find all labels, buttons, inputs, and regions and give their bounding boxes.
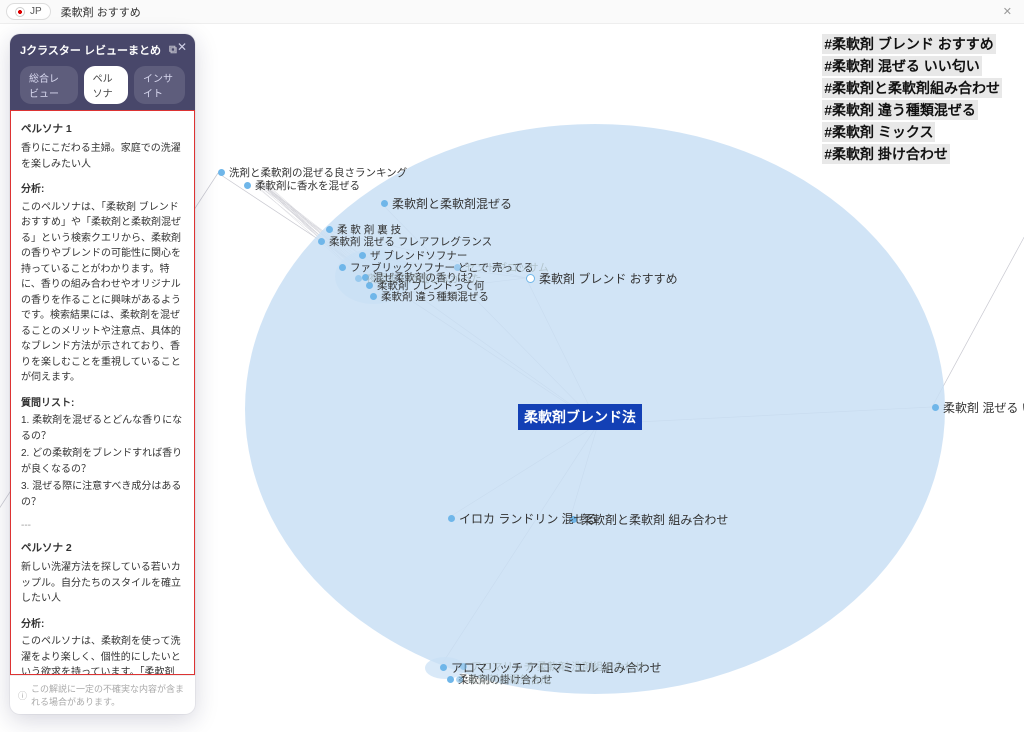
question-list: 1. 柔軟剤を混ぜるとどんな香りになるの？2. どの柔軟剤をブレンドすれば香りが… <box>21 413 184 510</box>
question-item: 3. 混ぜる際に注意すべき成分はあるの？ <box>21 479 184 510</box>
graph-node[interactable]: 柔軟剤と柔軟剤混ぜる <box>381 195 512 212</box>
hashtag-item: #柔軟剤と柔軟剤組み合わせ <box>822 78 1002 98</box>
graph-node[interactable]: イロカ ランドリン 混ぜる <box>448 510 598 527</box>
node-dot-icon <box>460 663 467 670</box>
language-code: JP <box>30 6 42 17</box>
analysis-label: 分析: <box>21 182 184 198</box>
node-dot-icon <box>244 182 251 189</box>
persona-desc: 新しい洗濯方法を探している若いカップル。自分たちのスタイルを確立したい人 <box>21 560 184 607</box>
hashtag-item: #柔軟剤 掛け合わせ <box>822 144 950 164</box>
separator: --- <box>21 518 184 534</box>
graph-node[interactable]: 柔軟剤何電気合成 <box>456 672 551 687</box>
footer-note: この解説に一定の不確実な内容が含まれる場合があります。 <box>31 682 187 708</box>
close-panel-icon[interactable]: ✕ <box>177 40 187 54</box>
graph-node[interactable]: 柔軟剤 混ぜる いい匂い <box>932 399 1024 416</box>
node-dot-icon <box>339 264 346 271</box>
persona-analysis: このペルソナは、柔軟剤を使って洗濯をより楽しく、個性的にしたいという欲求を持って… <box>21 634 184 675</box>
clear-search-icon[interactable]: ✕ <box>997 5 1018 18</box>
node-label-text: イロカ ランドリン 混ぜる <box>459 510 598 527</box>
persona-heading: ペルソナ 2 <box>21 540 184 556</box>
analysis-label: 分析: <box>21 617 184 633</box>
question-item: 2. どの柔軟剤をブレンドすれば香りが良くなるの？ <box>21 446 184 477</box>
node-dot-icon <box>526 274 535 283</box>
graph-node[interactable]: 柔軟剤 違う種類混ぜる <box>370 289 489 304</box>
search-input[interactable] <box>59 5 989 19</box>
node-dot-icon <box>318 238 325 245</box>
node-dot-icon <box>359 252 366 259</box>
info-icon: ⓘ <box>18 689 27 702</box>
node-dot-icon <box>447 676 454 683</box>
flag-jp-icon <box>15 7 25 17</box>
hashtag-list: #柔軟剤 ブレンド おすすめ#柔軟剤 混ぜる いい匂い#柔軟剤と柔軟剤組み合わせ… <box>822 34 1002 166</box>
node-dot-icon <box>456 676 463 683</box>
node-label-text: 柔軟剤 ブレンド おすすめ <box>539 270 678 287</box>
node-label-text: 柔軟剤 違う種類混ぜる <box>381 289 489 304</box>
node-label-text: 柔軟剤と柔軟剤 組み合わせ <box>581 511 728 528</box>
tab-0[interactable]: 総合レビュー <box>20 66 78 104</box>
hashtag-item: #柔軟剤 ブレンド おすすめ <box>822 34 996 54</box>
persona-analysis: このペルソナは、「柔軟剤 ブレンド おすすめ」や「柔軟剤と柔軟剤混ぜる」という検… <box>21 200 184 386</box>
panel-title: Jクラスター レビューまとめ <box>20 42 161 58</box>
language-selector[interactable]: JP <box>6 3 51 20</box>
tab-1[interactable]: ペルソナ <box>84 66 128 104</box>
node-label-text: 柔軟剤 混ぜる フレアフレグランス <box>329 234 492 249</box>
node-label-text: 柔軟剤に香水を混ぜる <box>255 178 360 193</box>
node-label-text: 柔軟剤と柔軟剤混ぜる <box>392 195 512 212</box>
node-label-text: 夜間まで持続しなかった <box>366 271 482 286</box>
node-dot-icon <box>381 200 388 207</box>
node-dot-icon <box>440 664 447 671</box>
graph-node[interactable]: 柔軟剤 混ぜる フレアフレグランス <box>318 234 492 249</box>
hashtag-item: #柔軟剤 違う種類混ぜる <box>822 100 978 120</box>
node-dot-icon <box>218 169 225 176</box>
node-label-text: 柔軟剤何電気合成 <box>467 672 551 687</box>
graph-node[interactable]: 夜間まで持続しなかった <box>355 271 482 286</box>
node-dot-icon <box>932 404 939 411</box>
panel-body[interactable]: ペルソナ 1香りにこだわる主婦。家庭での洗濯を楽しみたい人分析:このペルソナは、… <box>10 110 195 675</box>
panel-footer: ⓘ この解説に一定の不確実な内容が含まれる場合があります。 <box>10 675 195 714</box>
node-dot-icon <box>448 515 455 522</box>
tab-2[interactable]: インサイト <box>134 66 185 104</box>
panel-tabs: 総合レビューペルソナインサイト <box>20 66 185 104</box>
persona-heading: ペルソナ 1 <box>21 121 184 137</box>
review-panel: Jクラスター レビューまとめ ⧉ ✕ 総合レビューペルソナインサイト ペルソナ … <box>10 34 195 714</box>
graph-node[interactable]: 柔軟剤に香水を混ぜる <box>244 178 360 193</box>
cluster-center-label[interactable]: 柔軟剤ブレンド法 <box>518 404 642 430</box>
panel-header: Jクラスター レビューまとめ ⧉ ✕ 総合レビューペルソナインサイト <box>10 34 195 110</box>
question-item: 1. 柔軟剤を混ぜるとどんな香りになるの？ <box>21 413 184 444</box>
persona-desc: 香りにこだわる主婦。家庭での洗濯を楽しみたい人 <box>21 141 184 172</box>
node-dot-icon <box>370 293 377 300</box>
copy-icon[interactable]: ⧉ <box>169 44 177 57</box>
question-list-label: 質問リスト: <box>21 396 184 412</box>
top-bar: JP ✕ <box>0 0 1024 24</box>
node-dot-icon <box>326 226 333 233</box>
node-dot-icon <box>355 275 362 282</box>
hashtag-item: #柔軟剤 ミックス <box>822 122 935 142</box>
node-label-text: 柔軟剤 混ぜる いい匂い <box>943 399 1024 416</box>
hashtag-item: #柔軟剤 混ぜる いい匂い <box>822 56 982 76</box>
